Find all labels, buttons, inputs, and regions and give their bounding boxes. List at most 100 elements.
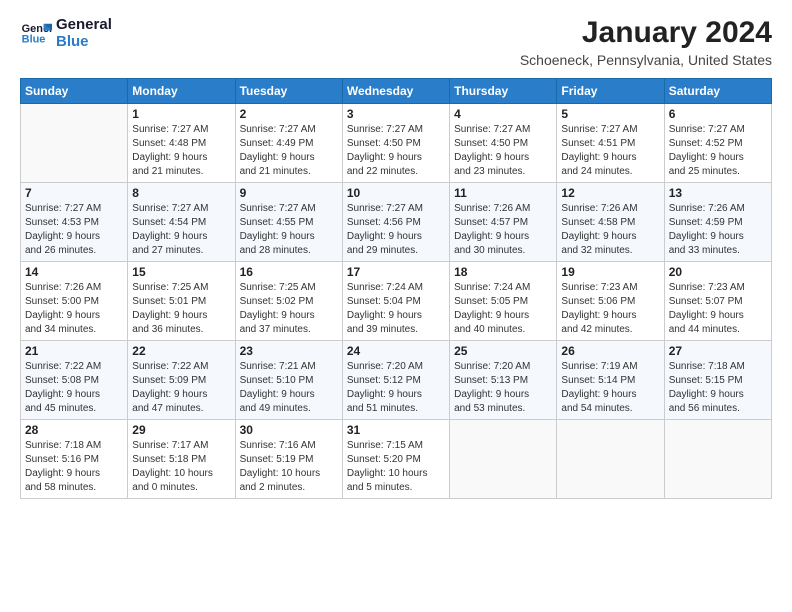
calendar-cell: 2 Sunrise: 7:27 AMSunset: 4:49 PMDaylight… [235,104,342,183]
day-number: 26 [561,344,659,358]
day-info: Sunrise: 7:27 AMSunset: 4:49 PMDaylight:… [240,123,338,179]
day-number: 9 [240,186,338,200]
calendar-week-row: 14 Sunrise: 7:26 AMSunset: 5:00 PMDayligh… [21,262,772,341]
calendar-cell: 18 Sunrise: 7:24 AMSunset: 5:05 PMDayligh… [450,262,557,341]
calendar-cell: 20Sunrise: 7:23 AMSunset: 5:07 PMDayligh… [664,262,771,341]
calendar-cell: 25Sunrise: 7:20 AMSunset: 5:13 PMDayligh… [450,341,557,420]
day-number: 30 [240,423,338,437]
day-info: Sunrise: 7:27 AMSunset: 4:51 PMDaylight:… [561,123,659,179]
day-number: 6 [669,107,767,121]
day-info: Sunrise: 7:17 AMSunset: 5:18 PMDaylight:… [132,439,230,495]
day-info: Sunrise: 7:22 AMSunset: 5:09 PMDaylight:… [132,360,230,416]
day-info: Sunrise: 7:27 AMSunset: 4:53 PMDaylight:… [25,202,123,258]
day-info: Sunrise: 7:19 AMSunset: 5:14 PMDaylight:… [561,360,659,416]
day-number: 29 [132,423,230,437]
header: General Blue General Blue January 2024 S… [20,16,772,68]
calendar-cell: 3Sunrise: 7:27 AMSunset: 4:50 PMDaylight… [342,104,449,183]
day-info: Sunrise: 7:27 AMSunset: 4:56 PMDaylight:… [347,202,445,258]
calendar-cell: 14 Sunrise: 7:26 AMSunset: 5:00 PMDayligh… [21,262,128,341]
calendar-cell: 11 Sunrise: 7:26 AMSunset: 4:57 PMDayligh… [450,183,557,262]
day-info: Sunrise: 7:20 AMSunset: 5:12 PMDaylight:… [347,360,445,416]
day-info: Sunrise: 7:23 AMSunset: 5:07 PMDaylight:… [669,281,767,337]
calendar-cell: 6 Sunrise: 7:27 AMSunset: 4:52 PMDaylight… [664,104,771,183]
calendar-cell: 30 Sunrise: 7:16 AMSunset: 5:19 PMDayligh… [235,420,342,499]
calendar-cell: 28 Sunrise: 7:18 AMSunset: 5:16 PMDayligh… [21,420,128,499]
calendar-week-row: 7 Sunrise: 7:27 AMSunset: 4:53 PMDaylight… [21,183,772,262]
calendar-week-row: 28 Sunrise: 7:18 AMSunset: 5:16 PMDayligh… [21,420,772,499]
day-info: Sunrise: 7:16 AMSunset: 5:19 PMDaylight:… [240,439,338,495]
day-number: 27 [669,344,767,358]
day-info: Sunrise: 7:27 AMSunset: 4:50 PMDaylight:… [347,123,445,179]
calendar-week-row: 21 Sunrise: 7:22 AMSunset: 5:08 PMDayligh… [21,341,772,420]
calendar-cell [21,104,128,183]
col-friday: Friday [557,79,664,104]
logo-icon: General Blue [20,17,52,49]
day-number: 15 [132,265,230,279]
calendar-week-row: 1 Sunrise: 7:27 AMSunset: 4:48 PMDaylight… [21,104,772,183]
calendar-cell: 22 Sunrise: 7:22 AMSunset: 5:09 PMDayligh… [128,341,235,420]
col-monday: Monday [128,79,235,104]
day-info: Sunrise: 7:15 AMSunset: 5:20 PMDaylight:… [347,439,445,495]
day-number: 21 [25,344,123,358]
day-number: 23 [240,344,338,358]
location: Schoeneck, Pennsylvania, United States [520,52,772,68]
calendar-cell: 1 Sunrise: 7:27 AMSunset: 4:48 PMDaylight… [128,104,235,183]
calendar-cell: 29 Sunrise: 7:17 AMSunset: 5:18 PMDayligh… [128,420,235,499]
day-number: 19 [561,265,659,279]
day-info: Sunrise: 7:25 AMSunset: 5:02 PMDaylight:… [240,281,338,337]
calendar-cell: 27Sunrise: 7:18 AMSunset: 5:15 PMDayligh… [664,341,771,420]
calendar-cell: 13 Sunrise: 7:26 AMSunset: 4:59 PMDayligh… [664,183,771,262]
day-info: Sunrise: 7:26 AMSunset: 4:59 PMDaylight:… [669,202,767,258]
day-info: Sunrise: 7:27 AMSunset: 4:52 PMDaylight:… [669,123,767,179]
month-year: January 2024 [520,16,772,50]
day-number: 31 [347,423,445,437]
day-number: 1 [132,107,230,121]
day-number: 28 [25,423,123,437]
col-sunday: Sunday [21,79,128,104]
day-info: Sunrise: 7:26 AMSunset: 5:00 PMDaylight:… [25,281,123,337]
day-info: Sunrise: 7:22 AMSunset: 5:08 PMDaylight:… [25,360,123,416]
day-number: 14 [25,265,123,279]
day-number: 7 [25,186,123,200]
day-number: 8 [132,186,230,200]
day-info: Sunrise: 7:26 AMSunset: 4:57 PMDaylight:… [454,202,552,258]
col-saturday: Saturday [664,79,771,104]
day-info: Sunrise: 7:24 AMSunset: 5:05 PMDaylight:… [454,281,552,337]
day-info: Sunrise: 7:27 AMSunset: 4:54 PMDaylight:… [132,202,230,258]
calendar-cell: 23Sunrise: 7:21 AMSunset: 5:10 PMDayligh… [235,341,342,420]
calendar-cell: 10 Sunrise: 7:27 AMSunset: 4:56 PMDayligh… [342,183,449,262]
day-number: 17 [347,265,445,279]
calendar-cell [450,420,557,499]
calendar-header-row: Sunday Monday Tuesday Wednesday Thursday… [21,79,772,104]
calendar-cell: 9Sunrise: 7:27 AMSunset: 4:55 PMDaylight… [235,183,342,262]
logo-text-general: General [56,16,112,33]
logo-text-blue: Blue [56,33,112,50]
day-number: 2 [240,107,338,121]
day-info: Sunrise: 7:23 AMSunset: 5:06 PMDaylight:… [561,281,659,337]
calendar-cell: 17 Sunrise: 7:24 AMSunset: 5:04 PMDayligh… [342,262,449,341]
calendar-cell: 24Sunrise: 7:20 AMSunset: 5:12 PMDayligh… [342,341,449,420]
day-number: 25 [454,344,552,358]
day-number: 10 [347,186,445,200]
day-number: 11 [454,186,552,200]
calendar-cell [664,420,771,499]
day-number: 18 [454,265,552,279]
day-number: 13 [669,186,767,200]
day-info: Sunrise: 7:24 AMSunset: 5:04 PMDaylight:… [347,281,445,337]
calendar-table: Sunday Monday Tuesday Wednesday Thursday… [20,78,772,499]
calendar-cell: 31 Sunrise: 7:15 AMSunset: 5:20 PMDayligh… [342,420,449,499]
day-number: 12 [561,186,659,200]
day-info: Sunrise: 7:26 AMSunset: 4:58 PMDaylight:… [561,202,659,258]
calendar-cell: 19 Sunrise: 7:23 AMSunset: 5:06 PMDayligh… [557,262,664,341]
logo: General Blue General Blue [20,16,112,51]
calendar-cell: 12 Sunrise: 7:26 AMSunset: 4:58 PMDayligh… [557,183,664,262]
page: General Blue General Blue January 2024 S… [0,0,792,612]
calendar-cell [557,420,664,499]
title-block: January 2024 Schoeneck, Pennsylvania, Un… [520,16,772,68]
day-info: Sunrise: 7:27 AMSunset: 4:48 PMDaylight:… [132,123,230,179]
calendar-cell: 5Sunrise: 7:27 AMSunset: 4:51 PMDaylight… [557,104,664,183]
col-tuesday: Tuesday [235,79,342,104]
day-number: 22 [132,344,230,358]
day-info: Sunrise: 7:27 AMSunset: 4:50 PMDaylight:… [454,123,552,179]
day-info: Sunrise: 7:18 AMSunset: 5:16 PMDaylight:… [25,439,123,495]
